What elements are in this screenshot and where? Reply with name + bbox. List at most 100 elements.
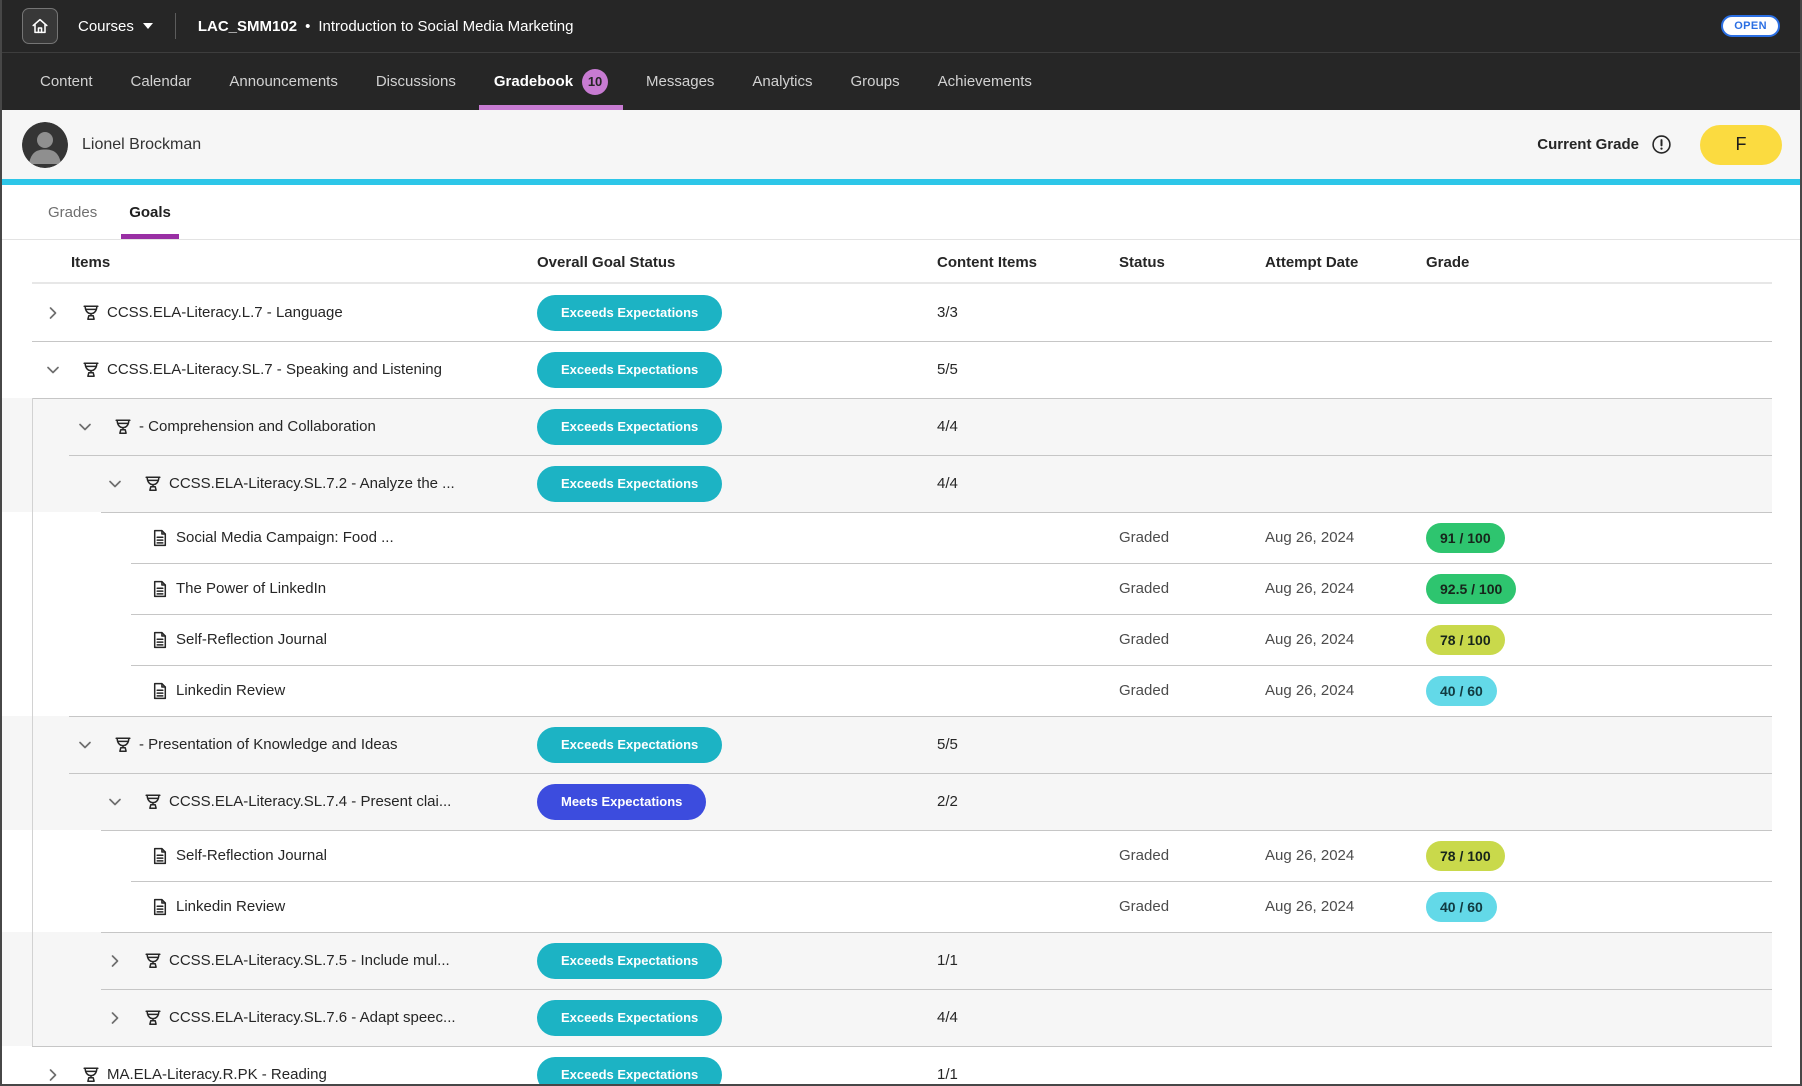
content-items-count: 3/3 <box>937 304 958 321</box>
grade-pill: 40 / 60 <box>1426 676 1497 706</box>
nav-tab-achievements[interactable]: Achievements <box>938 53 1032 110</box>
chevron-right-icon[interactable] <box>45 1066 63 1084</box>
tab-goals[interactable]: Goals <box>129 185 171 239</box>
row-label: Linkedin Review <box>176 682 285 699</box>
grade-pill: 91 / 100 <box>1426 523 1505 553</box>
goal-row[interactable]: MA.ELA-Literacy.R.PK - ReadingExceeds Ex… <box>2 1046 1772 1084</box>
row-label: CCSS.ELA-Literacy.SL.7.5 - Include mul..… <box>169 952 450 969</box>
goal-row[interactable]: - Presentation of Knowledge and IdeasExc… <box>2 716 1772 773</box>
indent-guide <box>32 830 33 881</box>
overall-grade-pill: F <box>1700 125 1782 165</box>
chevron-down-icon[interactable] <box>45 361 63 379</box>
nav-tab-analytics[interactable]: Analytics <box>752 53 812 110</box>
status-value: Graded <box>1119 682 1169 699</box>
status-value: Graded <box>1119 898 1169 915</box>
chevron-down-icon[interactable] <box>107 475 125 493</box>
goal-row[interactable]: CCSS.ELA-Literacy.SL.7.2 - Analyze the .… <box>2 455 1772 512</box>
tab-grades[interactable]: Grades <box>48 185 97 239</box>
chevron-down-icon[interactable] <box>107 793 125 811</box>
goal-row[interactable]: CCSS.ELA-Literacy.SL.7.5 - Include mul..… <box>2 932 1772 989</box>
nav-tab-content[interactable]: Content <box>40 53 93 110</box>
chevron-right-icon[interactable] <box>107 952 125 970</box>
gradebook-count-badge: 10 <box>582 69 608 95</box>
nav-tab-discussions[interactable]: Discussions <box>376 53 456 110</box>
courses-label: Courses <box>78 18 134 35</box>
row-label: CCSS.ELA-Literacy.SL.7.4 - Present clai.… <box>169 793 451 810</box>
nav-tab-gradebook[interactable]: Gradebook10 <box>494 53 608 110</box>
attempt-date: Aug 26, 2024 <box>1265 631 1354 648</box>
status-value: Graded <box>1119 529 1169 546</box>
goal-icon <box>113 735 133 755</box>
document-icon <box>150 897 170 917</box>
row-label: - Comprehension and Collaboration <box>139 418 376 435</box>
nav-tab-label: Analytics <box>752 73 812 90</box>
attempt-date: Aug 26, 2024 <box>1265 847 1354 864</box>
chevron-down-icon[interactable] <box>77 418 95 436</box>
goal-row[interactable]: CCSS.ELA-Literacy.SL.7.6 - Adapt speec..… <box>2 989 1772 1046</box>
content-items-count: 1/1 <box>937 1066 958 1083</box>
content-item-row: Linkedin ReviewGradedAug 26, 202440 / 60 <box>2 665 1772 716</box>
course-nav: Content Calendar Announcements Discussions G… <box>2 52 1800 110</box>
topbar-divider <box>175 13 176 39</box>
nav-tab-label: Calendar <box>131 73 192 90</box>
indent-guide <box>32 398 33 455</box>
goal-row[interactable]: CCSS.ELA-Literacy.SL.7 - Speaking and Li… <box>2 341 1772 398</box>
status-value: Graded <box>1119 631 1169 648</box>
row-label: CCSS.ELA-Literacy.SL.7.2 - Analyze the .… <box>169 475 455 492</box>
indent-guide <box>32 881 33 932</box>
row-label: Linkedin Review <box>176 898 285 915</box>
document-icon <box>150 681 170 701</box>
chevron-right-icon[interactable] <box>107 1009 125 1027</box>
home-button[interactable] <box>22 8 58 44</box>
subtab-label: Grades <box>48 204 97 221</box>
document-icon <box>150 630 170 650</box>
document-icon <box>150 528 170 548</box>
current-grade-label: Current Grade <box>1537 136 1639 153</box>
content-items-count: 5/5 <box>937 736 958 753</box>
content-items-count: 4/4 <box>937 418 958 435</box>
goal-row[interactable]: CCSS.ELA-Literacy.L.7 - LanguageExceeds … <box>2 284 1772 341</box>
nav-tab-groups[interactable]: Groups <box>850 53 899 110</box>
nav-tab-announcements[interactable]: Announcements <box>229 53 337 110</box>
goals-table: ItemsOverall Goal StatusContent ItemsSta… <box>2 240 1772 1084</box>
row-label: Self-Reflection Journal <box>176 847 327 864</box>
indent-guide <box>32 773 33 830</box>
column-header-attempt-date: Attempt Date <box>1265 254 1426 271</box>
goal-icon <box>143 792 163 812</box>
info-icon[interactable] <box>1651 134 1672 155</box>
student-name: Lionel Brockman <box>82 136 201 154</box>
goal-icon <box>81 303 101 323</box>
nav-tab-messages[interactable]: Messages <box>646 53 714 110</box>
goal-row[interactable]: CCSS.ELA-Literacy.SL.7.4 - Present clai.… <box>2 773 1772 830</box>
nav-tab-label: Groups <box>850 73 899 90</box>
goal-icon <box>113 417 133 437</box>
row-label: - Presentation of Knowledge and Ideas <box>139 736 398 753</box>
attempt-date: Aug 26, 2024 <box>1265 580 1354 597</box>
breadcrumb: LAC_SMM102 • Introduction to Social Medi… <box>198 18 574 35</box>
grade-pill: 92.5 / 100 <box>1426 574 1516 604</box>
courses-dropdown[interactable]: Courses <box>78 18 153 35</box>
content-item-row: Self-Reflection JournalGradedAug 26, 202… <box>2 830 1772 881</box>
content-items-count: 4/4 <box>937 475 958 492</box>
row-label: Self-Reflection Journal <box>176 631 327 648</box>
course-open-badge[interactable]: OPEN <box>1721 15 1780 37</box>
row-label: MA.ELA-Literacy.R.PK - Reading <box>107 1066 327 1083</box>
goal-status-pill: Exceeds Expectations <box>537 352 722 388</box>
nav-tab-label: Announcements <box>229 73 337 90</box>
avatar <box>22 122 68 168</box>
row-label: CCSS.ELA-Literacy.SL.7 - Speaking and Li… <box>107 361 442 378</box>
content-item-row: Social Media Campaign: Food ...GradedAug… <box>2 512 1772 563</box>
student-header: Lionel Brockman Current Grade F <box>2 110 1800 185</box>
goal-status-pill: Exceeds Expectations <box>537 295 722 331</box>
chevron-right-icon[interactable] <box>45 304 63 322</box>
row-label: The Power of LinkedIn <box>176 580 326 597</box>
goal-row[interactable]: - Comprehension and Collaboration Exceeds… <box>2 398 1772 455</box>
chevron-down-icon[interactable] <box>77 736 95 754</box>
row-label: CCSS.ELA-Literacy.SL.7.6 - Adapt speec..… <box>169 1009 456 1026</box>
nav-tab-label: Messages <box>646 73 714 90</box>
row-label: Social Media Campaign: Food ... <box>176 529 394 546</box>
content-items-count: 4/4 <box>937 1009 958 1026</box>
goal-icon <box>143 951 163 971</box>
nav-tab-calendar[interactable]: Calendar <box>131 53 192 110</box>
goal-status-pill: Exceeds Expectations <box>537 409 722 445</box>
